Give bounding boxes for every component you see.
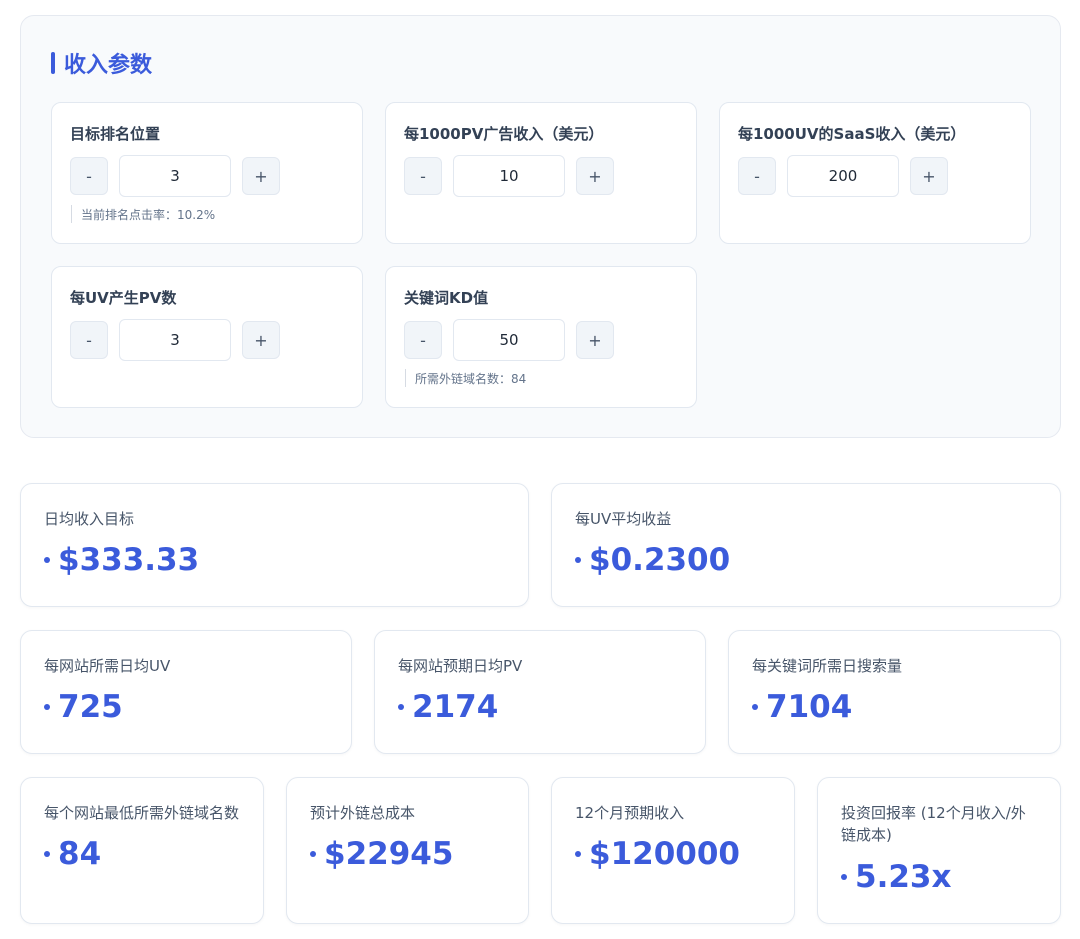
- metric-card-daily-revenue-target: 日均收入目标 $333.33: [20, 483, 529, 607]
- metric-card-daily-uv: 每网站所需日均UV 725: [20, 630, 352, 754]
- pv-per-uv-input[interactable]: 3: [119, 319, 231, 361]
- decrement-button[interactable]: -: [404, 157, 442, 195]
- backlink-domains-hint: 所需外链域名数：84: [405, 369, 526, 387]
- metric-value-text: $22945: [324, 836, 454, 872]
- title-accent-bar: [51, 52, 55, 74]
- metric-label: 每UV平均收益: [575, 510, 672, 528]
- metric-value: 2174: [398, 689, 498, 725]
- ad-revenue-input[interactable]: 10: [453, 155, 565, 197]
- metric-value-text: $0.2300: [589, 542, 731, 578]
- metric-card-revenue-per-uv: 每UV平均收益 $0.2300: [551, 483, 1061, 607]
- ctr-hint: 当前排名点击率：10.2%: [71, 205, 215, 223]
- metric-value: $0.2300: [575, 542, 730, 578]
- keyword-kd-stepper: - 50 +: [404, 319, 614, 361]
- bullet-dot: [310, 851, 316, 857]
- decrement-button[interactable]: -: [404, 321, 442, 359]
- metric-card-backlink-total-cost: 预计外链总成本 $22945: [286, 777, 529, 924]
- increment-button[interactable]: +: [242, 157, 280, 195]
- metric-value: $120000: [575, 836, 740, 872]
- metric-value: $333.33: [44, 542, 199, 578]
- param-label: 关键词KD值: [404, 289, 489, 307]
- param-card-target-rank: 目标排名位置 - 3 + 当前排名点击率：10.2%: [51, 102, 363, 244]
- ad-revenue-stepper: - 10 +: [404, 155, 614, 197]
- revenue-params-panel: 收入参数 目标排名位置 - 3 + 当前排名点击率：10.2% 每1000PV广…: [20, 15, 1061, 438]
- metric-label: 每网站预期日均PV: [398, 657, 523, 675]
- metric-value: 7104: [752, 689, 852, 725]
- metric-value-text: 2174: [412, 689, 499, 725]
- bullet-dot: [575, 557, 581, 563]
- saas-revenue-stepper: - 200 +: [738, 155, 948, 197]
- bullet-dot: [575, 851, 581, 857]
- metric-card-roi: 投资回报率 (12个月收入/外链成本) 5.23x: [817, 777, 1061, 924]
- metric-value-text: 7104: [766, 689, 853, 725]
- metric-value-text: 725: [58, 689, 123, 725]
- keyword-kd-input[interactable]: 50: [453, 319, 565, 361]
- metric-value-text: $333.33: [58, 542, 200, 578]
- param-label: 每1000UV的SaaS收入（美元）: [738, 125, 966, 143]
- increment-button[interactable]: +: [910, 157, 948, 195]
- increment-button[interactable]: +: [576, 157, 614, 195]
- metric-label: 每网站所需日均UV: [44, 657, 171, 675]
- param-card-ad-revenue: 每1000PV广告收入（美元） - 10 +: [385, 102, 697, 244]
- bullet-dot: [44, 557, 50, 563]
- metric-label: 投资回报率 (12个月收入/外链成本): [841, 804, 1026, 844]
- metric-value-text: 5.23x: [855, 859, 952, 895]
- decrement-button[interactable]: -: [70, 157, 108, 195]
- pv-per-uv-stepper: - 3 +: [70, 319, 280, 361]
- metric-value: 5.23x: [841, 859, 951, 895]
- metric-label: 每个网站最低所需外链域名数: [44, 804, 240, 822]
- params-title-text: 收入参数: [64, 53, 153, 78]
- metric-value-text: 84: [58, 836, 102, 872]
- param-label: 每UV产生PV数: [70, 289, 177, 307]
- bullet-dot: [44, 704, 50, 710]
- metric-label: 日均收入目标: [44, 510, 135, 528]
- param-label: 目标排名位置: [70, 125, 161, 143]
- increment-button[interactable]: +: [576, 321, 614, 359]
- metric-value: 84: [44, 836, 101, 872]
- params-section-title: 收入参数: [51, 49, 153, 78]
- metric-value-text: $120000: [589, 836, 740, 872]
- target-rank-stepper: - 3 +: [70, 155, 280, 197]
- metric-label: 预计外链总成本: [310, 804, 416, 822]
- bullet-dot: [398, 704, 404, 710]
- bullet-dot: [44, 851, 50, 857]
- param-card-saas-revenue: 每1000UV的SaaS收入（美元） - 200 +: [719, 102, 1031, 244]
- increment-button[interactable]: +: [242, 321, 280, 359]
- target-rank-input[interactable]: 3: [119, 155, 231, 197]
- param-card-keyword-kd: 关键词KD值 - 50 + 所需外链域名数：84: [385, 266, 697, 408]
- metric-card-daily-pv: 每网站预期日均PV 2174: [374, 630, 706, 754]
- decrement-button[interactable]: -: [70, 321, 108, 359]
- decrement-button[interactable]: -: [738, 157, 776, 195]
- metric-value: $22945: [310, 836, 453, 872]
- bullet-dot: [752, 704, 758, 710]
- metric-label: 每关键词所需日搜索量: [752, 657, 903, 675]
- metric-card-daily-search-volume: 每关键词所需日搜索量 7104: [728, 630, 1061, 754]
- saas-revenue-input[interactable]: 200: [787, 155, 899, 197]
- metric-label: 12个月预期收入: [575, 804, 685, 822]
- metric-card-12-month-revenue: 12个月预期收入 $120000: [551, 777, 795, 924]
- param-label: 每1000PV广告收入（美元）: [404, 125, 604, 143]
- param-card-pv-per-uv: 每UV产生PV数 - 3 +: [51, 266, 363, 408]
- metric-value: 725: [44, 689, 123, 725]
- metric-card-min-backlink-domains: 每个网站最低所需外链域名数 84: [20, 777, 264, 924]
- bullet-dot: [841, 874, 847, 880]
